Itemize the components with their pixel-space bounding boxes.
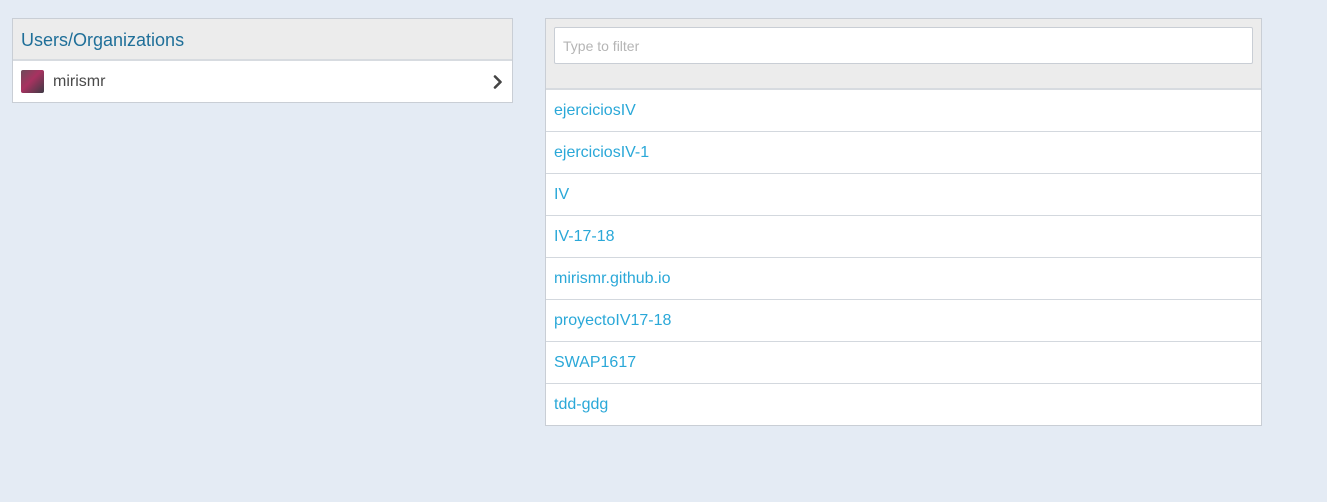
repo-list: ejerciciosIV ejerciciosIV-1 IV IV-17-18 … [546,90,1261,425]
filter-input[interactable] [554,27,1253,64]
repo-item[interactable]: ejerciciosIV [546,90,1261,132]
avatar [21,70,44,93]
repo-item[interactable]: mirismr.github.io [546,258,1261,300]
repos-panel: ejerciciosIV ejerciciosIV-1 IV IV-17-18 … [545,18,1262,426]
user-item-mirismr[interactable]: mirismr [13,61,512,102]
repo-item[interactable]: proyectoIV17-18 [546,300,1261,342]
repo-item[interactable]: ejerciciosIV-1 [546,132,1261,174]
users-panel: Users/Organizations mirismr [12,18,513,103]
users-panel-title: Users/Organizations [13,19,512,61]
repo-item[interactable]: SWAP1617 [546,342,1261,384]
filter-bar [546,19,1261,90]
repo-item[interactable]: IV [546,174,1261,216]
chevron-right-icon [491,74,505,90]
user-name: mirismr [53,72,106,90]
repo-item[interactable]: tdd-gdg [546,384,1261,425]
repo-item[interactable]: IV-17-18 [546,216,1261,258]
